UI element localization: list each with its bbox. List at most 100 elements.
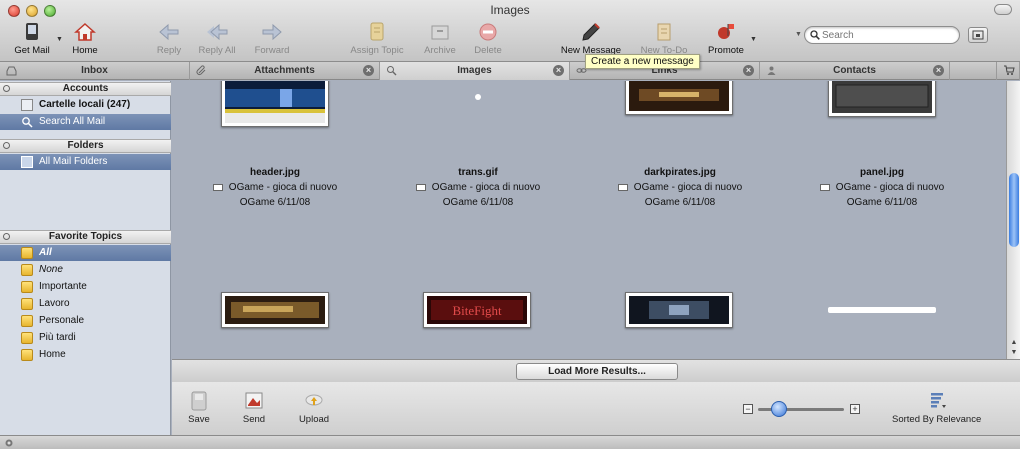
toolbar-toggle-button[interactable] (994, 4, 1012, 15)
image-email-subject[interactable]: OGame - gioca di nuovo (175, 182, 375, 193)
image-email-subject[interactable]: OGame - gioca di nuovo (782, 182, 982, 193)
window-view-button[interactable] (968, 27, 988, 43)
image-file-name: panel.jpg (860, 167, 904, 178)
sidebar-item-topic-personale[interactable]: Personale (0, 313, 171, 329)
image-thumbnail[interactable]: BiteFight (423, 292, 531, 328)
search-scope-dropdown-arrow[interactable]: ▼ (795, 31, 802, 38)
sidebar-item-topic-all[interactable]: All (0, 245, 171, 261)
envelope-icon (617, 183, 628, 191)
search-input[interactable] (822, 28, 952, 42)
image-file-name: trans.gif (458, 167, 498, 178)
image-file-name: header.jpg (249, 167, 300, 178)
sort-menu-button[interactable]: Sorted By Relevance (892, 390, 981, 425)
bottom-action-bar: Save Send Upload − + Sorted By Relevance (172, 382, 1020, 435)
promote-dropdown-arrow[interactable]: ▼ (750, 36, 757, 43)
upload-button[interactable]: Upload (296, 390, 332, 425)
delete-no-entry-icon (479, 23, 497, 41)
promote-flag-icon (718, 24, 734, 39)
load-more-results-button[interactable]: Load More Results... (516, 363, 678, 380)
collapse-toggle-icon[interactable] (3, 233, 10, 240)
promote-button[interactable]: Promote (704, 22, 748, 56)
scroll-down-arrow[interactable]: ▼ (1009, 349, 1019, 356)
transparent-gif-thumbnail[interactable] (475, 94, 481, 100)
search-field[interactable] (804, 26, 960, 44)
tab-bar: Inbox Attachments × Images × Links × Con… (0, 62, 1020, 80)
vertical-scrollbar[interactable]: ▲ ▼ (1006, 81, 1020, 359)
image-thumbnail[interactable] (625, 81, 733, 115)
close-tab-links-icon[interactable]: × (743, 65, 754, 76)
archive-button[interactable]: Archive (420, 22, 460, 56)
close-tab-images-icon[interactable]: × (553, 65, 564, 76)
sidebar-item-topic-piu-tardi[interactable]: Più tardi (0, 330, 171, 346)
topic-folder-icon (21, 332, 33, 344)
header-banner-image (225, 81, 325, 123)
accounts-header[interactable]: Accounts (0, 82, 171, 96)
game-banner-image (225, 296, 325, 324)
tab-attachments[interactable]: Attachments × (190, 62, 380, 80)
image-thumbnail[interactable] (828, 307, 936, 313)
send-image-icon (245, 392, 263, 409)
local-folder-icon (21, 99, 33, 111)
darkpirates-banner-image (629, 81, 729, 111)
send-button[interactable]: Send (240, 390, 268, 425)
home-button[interactable]: Home (68, 22, 102, 56)
get-mail-dropdown-arrow[interactable]: ▼ (56, 36, 63, 43)
search-icon (810, 30, 820, 40)
upload-cloud-icon (305, 394, 323, 406)
get-mail-button[interactable]: Get Mail (10, 22, 54, 56)
image-thumbnail[interactable] (221, 81, 329, 127)
reply-button[interactable]: Reply (152, 22, 186, 56)
image-thumbnail[interactable] (221, 292, 329, 328)
tab-contacts[interactable]: Contacts × (760, 62, 950, 80)
collapse-toggle-icon[interactable] (3, 85, 10, 92)
zoom-out-icon[interactable]: − (743, 404, 753, 414)
sidebar-item-topic-home[interactable]: Home (0, 347, 171, 363)
gear-icon[interactable] (4, 438, 14, 448)
sidebar-item-topic-lavoro[interactable]: Lavoro (0, 296, 171, 312)
delete-button[interactable]: Delete (470, 22, 506, 56)
zoom-slider-knob[interactable] (770, 401, 787, 417)
sidebar-item-search-all-mail[interactable]: Search All Mail (0, 114, 171, 130)
scroll-up-arrow[interactable]: ▲ (1009, 339, 1019, 346)
collapse-toggle-icon[interactable] (3, 142, 10, 149)
reply-arrow-icon (159, 23, 179, 41)
envelope-icon (819, 183, 830, 191)
favorite-topics-header[interactable]: Favorite Topics (0, 230, 171, 244)
topic-folder-icon (21, 298, 33, 310)
save-disk-icon (191, 391, 207, 411)
bitefight-logo-text: BiteFight (452, 303, 502, 318)
image-email-subject[interactable]: OGame - gioca di nuovo (580, 182, 780, 193)
todo-note-icon (657, 23, 671, 41)
sidebar-item-local-folders[interactable]: Cartelle locali (247) (0, 97, 171, 113)
image-file-name: darkpirates.jpg (644, 167, 716, 178)
topic-folder-icon (21, 247, 33, 259)
archive-box-icon (431, 25, 449, 40)
sidebar: Accounts Cartelle locali (247) Search Al… (0, 81, 171, 435)
topic-folder-icon (21, 264, 33, 276)
new-message-button[interactable]: New Message (558, 22, 624, 56)
close-tab-contacts-icon[interactable]: × (933, 65, 944, 76)
image-sender-date: OGame 6/11/08 (239, 197, 311, 208)
tab-images[interactable]: Images × (380, 62, 570, 80)
zoom-in-icon[interactable]: + (850, 404, 860, 414)
load-more-bar: Load More Results... (172, 359, 1020, 382)
window-view-icon (972, 30, 984, 40)
scrollbar-knob[interactable] (1009, 173, 1019, 247)
folders-header[interactable]: Folders (0, 139, 171, 153)
close-tab-attachments-icon[interactable]: × (363, 65, 374, 76)
sidebar-item-all-mail-folders[interactable]: All Mail Folders (0, 154, 171, 170)
image-email-subject[interactable]: OGame - gioca di nuovo (378, 182, 578, 193)
assign-topic-button[interactable]: Assign Topic (346, 22, 408, 56)
save-button[interactable]: Save (186, 390, 212, 425)
image-thumbnail[interactable] (828, 81, 936, 117)
new-todo-button[interactable]: New To-Do (636, 22, 692, 56)
reply-all-button[interactable]: Reply All (195, 22, 239, 56)
image-sender-date: OGame 6/11/08 (846, 197, 918, 208)
sidebar-item-topic-none[interactable]: None (0, 262, 171, 278)
sidebar-item-topic-importante[interactable]: Importante (0, 279, 171, 295)
reply-all-arrow-icon (207, 23, 228, 41)
image-thumbnail[interactable] (625, 292, 733, 328)
tab-overflow-button[interactable] (996, 62, 1020, 80)
forward-button[interactable]: Forward (250, 22, 294, 56)
tab-inbox[interactable]: Inbox (0, 62, 190, 80)
